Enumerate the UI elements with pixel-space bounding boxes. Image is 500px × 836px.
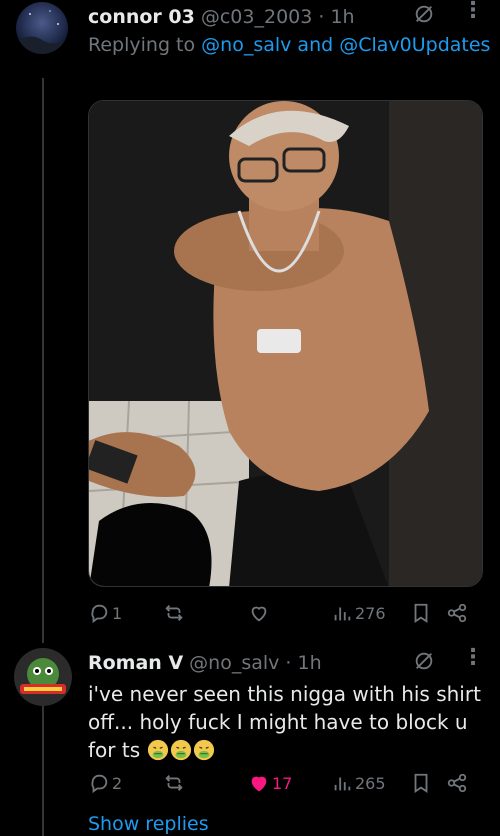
nauseated-face-emoji — [194, 739, 215, 761]
reply-button[interactable]: 2 — [88, 768, 122, 798]
views-icon — [334, 777, 351, 791]
like-button-active[interactable]: 17 — [248, 768, 292, 798]
retweet-button[interactable] — [163, 598, 185, 628]
share-button[interactable] — [446, 598, 468, 628]
views-button[interactable]: 276 — [331, 598, 386, 628]
share-button[interactable] — [446, 768, 468, 798]
tweet2-text: i've never seen this nigga with his shir… — [88, 680, 483, 764]
share-icon — [447, 773, 467, 793]
nauseated-face-emoji — [171, 739, 192, 761]
retweet-icon — [165, 775, 183, 791]
tweet1-media-image[interactable] — [88, 100, 483, 587]
thread-line — [42, 78, 44, 643]
bookmark-button[interactable] — [410, 768, 432, 798]
tweet2-header: Roman V @no_salv · 1h — [88, 652, 322, 674]
bookmark-icon — [414, 603, 428, 623]
thread-line-bottom — [42, 702, 44, 836]
tweet1-replying-to: Replying to @no_salv and @Clav0Updates — [88, 34, 490, 56]
like-icon — [251, 776, 267, 792]
bookmark-button[interactable] — [410, 598, 432, 628]
replying-prefix: Replying to — [88, 34, 202, 56]
like-button[interactable] — [248, 598, 270, 628]
nauseated-face-emoji — [148, 739, 169, 761]
show-replies-link[interactable]: Show replies — [88, 813, 209, 835]
like-count: 17 — [272, 773, 293, 793]
grok-icon[interactable] — [413, 3, 435, 25]
views-button[interactable]: 265 — [331, 768, 386, 798]
reply-button[interactable]: 1 — [88, 598, 122, 628]
reply-count: 2 — [112, 773, 123, 793]
tweet2-actions: 2 17 265 — [88, 768, 488, 798]
reply-count: 1 — [112, 603, 123, 623]
tweet1-header: connor 03 @c03_2003 · 1h — [88, 6, 355, 28]
bookmark-icon — [414, 773, 428, 793]
more-icon[interactable]: ⋮ — [462, 0, 484, 22]
tweet1-display-name[interactable]: connor 03 — [88, 6, 195, 28]
tweet1-actions: 1 276 — [88, 598, 488, 628]
avatar-connor[interactable] — [16, 2, 68, 54]
replying-users-link[interactable]: @no_salv and @Clav0Updates — [201, 34, 490, 56]
tweet1-handle-time[interactable]: @c03_2003 · 1h — [201, 6, 355, 28]
like-icon — [251, 606, 267, 622]
reply-icon — [91, 774, 108, 794]
views-count: 265 — [355, 773, 386, 793]
reply-icon — [91, 604, 108, 624]
more-icon[interactable]: ⋮ — [462, 647, 484, 669]
retweet-button[interactable] — [163, 768, 185, 798]
retweet-icon — [165, 605, 183, 621]
views-count: 276 — [355, 603, 386, 623]
views-icon — [334, 607, 351, 621]
grok-icon[interactable] — [413, 650, 435, 672]
tweet2-handle-time[interactable]: @no_salv · 1h — [189, 652, 321, 674]
tweet2-display-name[interactable]: Roman V — [88, 652, 183, 674]
avatar-roman[interactable] — [14, 648, 72, 706]
share-icon — [447, 603, 467, 623]
